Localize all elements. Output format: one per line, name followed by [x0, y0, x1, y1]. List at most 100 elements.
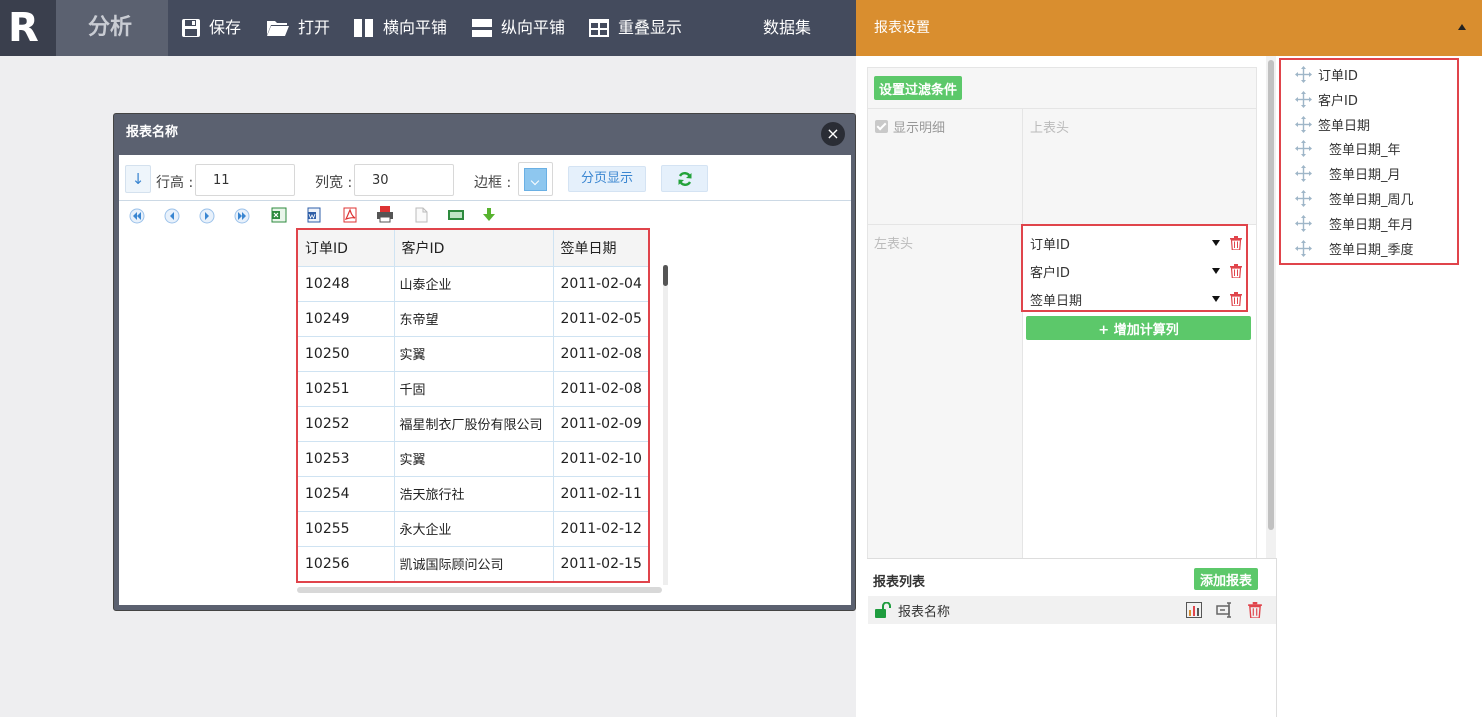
collapse-caret-icon[interactable]: [1458, 24, 1466, 30]
dataset-button[interactable]: 数据集: [763, 0, 811, 56]
table-cell[interactable]: 10256: [298, 546, 395, 581]
trash-icon[interactable]: [1230, 292, 1242, 306]
left-field-item[interactable]: 签单日期: [1030, 286, 1242, 312]
table-row[interactable]: 10253 实翼 2011-02-10: [298, 441, 648, 477]
add-calc-column-button[interactable]: + 增加计算列: [1026, 316, 1251, 340]
table-cell[interactable]: 福星制衣厂股份有限公司: [394, 406, 554, 442]
table-cell[interactable]: 10255: [298, 511, 395, 547]
column-header[interactable]: 客户ID: [394, 230, 554, 267]
download-arrow-icon[interactable]: [480, 206, 498, 224]
table-row[interactable]: 10250 实翼 2011-02-08: [298, 336, 648, 372]
scrollbar-thumb[interactable]: [663, 265, 668, 286]
last-page-icon[interactable]: [233, 207, 251, 225]
table-cell[interactable]: 浩天旅行社: [394, 476, 554, 512]
left-field-item[interactable]: 订单ID: [1030, 230, 1242, 256]
left-field-name: 订单ID: [1030, 237, 1070, 253]
dropdown-arrow-icon[interactable]: [1212, 296, 1220, 302]
top-toolbar: R 分析 保存 打开 横向平铺 纵向平铺 重叠显示 数据集: [0, 0, 856, 56]
table-cell[interactable]: 千固: [394, 371, 554, 407]
table-row[interactable]: 10251 千固 2011-02-08: [298, 371, 648, 407]
table-cell[interactable]: 2011-02-08: [553, 371, 648, 407]
dropdown-arrow-icon[interactable]: [1212, 240, 1220, 246]
table-cell[interactable]: 凯诚国际顾问公司: [394, 546, 554, 581]
border-selector[interactable]: [518, 162, 553, 196]
left-field-item[interactable]: 客户ID: [1030, 258, 1242, 284]
table-row[interactable]: 10256 凯诚国际顾问公司 2011-02-15: [298, 546, 648, 581]
table-cell[interactable]: 10251: [298, 371, 395, 407]
show-detail-label: 显示明细: [893, 121, 946, 136]
settings-scrollbar-thumb[interactable]: [1268, 60, 1274, 530]
field-tree-item[interactable]: 签单日期_周几: [1295, 189, 1414, 208]
move-handle-icon: [1295, 190, 1312, 207]
rename-icon[interactable]: [1216, 602, 1234, 618]
field-tree-item[interactable]: 签单日期_年月: [1295, 214, 1414, 233]
table-cell[interactable]: 10249: [298, 301, 395, 337]
field-tree-item[interactable]: 客户ID: [1295, 90, 1358, 109]
word-export-icon[interactable]: [305, 206, 323, 224]
table-row[interactable]: 10255 永大企业 2011-02-12: [298, 511, 648, 547]
prev-page-icon[interactable]: [163, 207, 181, 225]
field-tree-item[interactable]: 签单日期_月: [1295, 164, 1401, 183]
table-cell[interactable]: 2011-02-08: [553, 336, 648, 372]
field-tree-item[interactable]: 订单ID: [1295, 65, 1358, 84]
refresh-button[interactable]: [661, 165, 708, 192]
field-tree-item[interactable]: 签单日期_年: [1295, 139, 1401, 158]
csv-export-icon[interactable]: [447, 206, 465, 224]
tile-horizontal-button[interactable]: 横向平铺: [353, 0, 447, 56]
table-cell[interactable]: 2011-02-11: [553, 476, 648, 512]
table-cell[interactable]: 2011-02-05: [553, 301, 648, 337]
field-tree-item[interactable]: 签单日期: [1295, 115, 1370, 134]
column-header[interactable]: 订单ID: [298, 230, 395, 267]
table-cell[interactable]: 东帝望: [394, 301, 554, 337]
excel-export-icon[interactable]: [270, 206, 288, 224]
chart-icon[interactable]: [1186, 602, 1202, 618]
table-cell[interactable]: 10253: [298, 441, 395, 477]
table-horizontal-scrollbar[interactable]: [297, 587, 662, 593]
pdf-export-icon[interactable]: [341, 206, 359, 224]
next-page-icon[interactable]: [198, 207, 216, 225]
trash-icon[interactable]: [1230, 264, 1242, 278]
open-button[interactable]: 打开: [266, 0, 330, 56]
close-icon[interactable]: ×: [821, 122, 845, 146]
set-filter-button[interactable]: 设置过滤条件: [874, 76, 962, 100]
dropdown-arrow-icon[interactable]: [1212, 268, 1220, 274]
table-cell[interactable]: 10252: [298, 406, 395, 442]
table-cell[interactable]: 山泰企业: [394, 266, 554, 302]
table-row[interactable]: 10249 东帝望 2011-02-05: [298, 301, 648, 337]
table-cell[interactable]: 实翼: [394, 336, 554, 372]
sort-down-arrow-icon[interactable]: ↓: [125, 165, 151, 193]
table-row[interactable]: 10254 浩天旅行社 2011-02-11: [298, 476, 648, 512]
table-cell[interactable]: 10250: [298, 336, 395, 372]
tile-vertical-button[interactable]: 纵向平铺: [471, 0, 565, 56]
add-report-button[interactable]: 添加报表: [1194, 568, 1258, 590]
trash-icon[interactable]: [1248, 602, 1262, 618]
overlap-button[interactable]: 重叠显示: [588, 0, 682, 56]
report-list-title: 报表列表: [873, 575, 926, 590]
table-cell[interactable]: 永大企业: [394, 511, 554, 547]
print-icon[interactable]: [376, 205, 394, 223]
column-header[interactable]: 签单日期: [553, 230, 648, 267]
table-cell[interactable]: 2011-02-04: [553, 266, 648, 302]
table-cell[interactable]: 10248: [298, 266, 395, 302]
trash-icon[interactable]: [1230, 236, 1242, 250]
unlock-icon[interactable]: [874, 602, 892, 618]
report-list-item[interactable]: 报表名称: [868, 596, 1276, 624]
table-row[interactable]: 10248 山泰企业 2011-02-04: [298, 266, 648, 302]
field-tree-item[interactable]: 签单日期_季度: [1295, 239, 1414, 258]
table-cell[interactable]: 2011-02-15: [553, 546, 648, 581]
first-page-icon[interactable]: [128, 207, 146, 225]
row-height-input[interactable]: [195, 164, 295, 196]
save-button[interactable]: 保存: [181, 0, 241, 56]
table-row[interactable]: 10252 福星制衣厂股份有限公司 2011-02-09: [298, 406, 648, 442]
col-width-input[interactable]: [354, 164, 454, 196]
show-detail-checkbox[interactable]: 显示明细: [875, 117, 945, 136]
table-cell[interactable]: 2011-02-10: [553, 441, 648, 477]
table-cell[interactable]: 2011-02-09: [553, 406, 648, 442]
paging-display-button[interactable]: 分页显示: [568, 166, 646, 192]
table-cell[interactable]: 实翼: [394, 441, 554, 477]
table-vertical-scrollbar[interactable]: [663, 265, 668, 585]
table-cell[interactable]: 10254: [298, 476, 395, 512]
move-handle-icon: [1295, 115, 1312, 133]
table-cell[interactable]: 2011-02-12: [553, 511, 648, 547]
blank-document-icon[interactable]: [412, 206, 430, 224]
